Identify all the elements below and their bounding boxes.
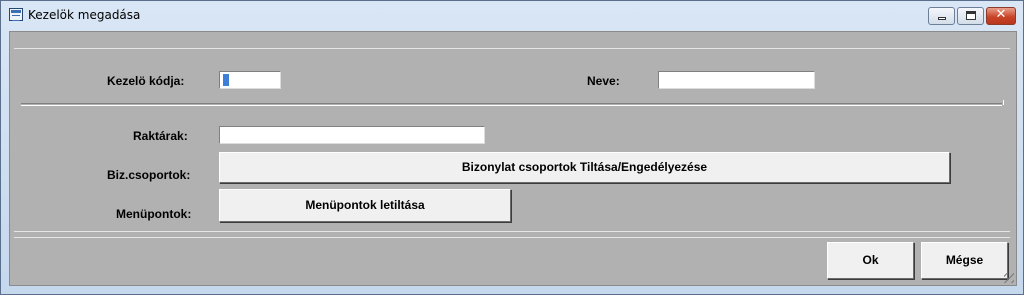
kezelo-kodja-input[interactable] — [219, 71, 281, 89]
bizonylat-csoportok-button[interactable]: Bizonylat csoportok Tiltása/Engedélyezés… — [219, 152, 950, 183]
app-window-icon — [9, 8, 23, 21]
raktarak-input[interactable] — [219, 126, 485, 144]
biz-csoportok-label: Biz.csoportok: — [107, 168, 191, 182]
neve-label: Neve: — [587, 74, 620, 88]
menupontok-label: Menüpontok: — [116, 207, 192, 221]
cancel-button-label: Mégse — [945, 253, 984, 267]
button-bar-divider — [14, 237, 1010, 238]
raktarak-label: Raktárak: — [133, 129, 188, 143]
neve-input[interactable] — [658, 71, 815, 89]
maximize-icon — [966, 11, 976, 20]
ok-button-label: Ok — [862, 253, 879, 267]
menupontok-letiltasa-button-label: Menüpontok letiltása — [305, 198, 425, 212]
menupontok-letiltasa-button[interactable]: Menüpontok letiltása — [219, 189, 511, 222]
bizonylat-csoportok-button-label: Bizonylat csoportok Tiltása/Engedélyezés… — [461, 160, 708, 174]
separator-line — [21, 100, 1004, 106]
resize-grip-icon[interactable] — [1004, 273, 1014, 283]
minimize-icon — [938, 17, 946, 20]
minimize-button[interactable] — [928, 7, 955, 25]
dialog-window: Kezelök megadása ✕ Kezelö kódja: Neve: R… — [0, 0, 1024, 295]
text-caret — [223, 74, 229, 86]
cancel-button[interactable]: Mégse — [921, 242, 1008, 279]
kezelo-kodja-label: Kezelö kódja: — [107, 74, 185, 88]
maximize-button[interactable] — [957, 7, 984, 25]
close-icon: ✕ — [995, 7, 1007, 22]
window-title: Kezelök megadása — [28, 8, 141, 22]
title-bar[interactable]: Kezelök megadása ✕ — [1, 1, 1023, 31]
ok-button[interactable]: Ok — [827, 242, 914, 279]
close-button[interactable]: ✕ — [986, 7, 1016, 25]
dialog-client-area: Kezelö kódja: Neve: Raktárak: Biz.csopor… — [9, 31, 1017, 286]
